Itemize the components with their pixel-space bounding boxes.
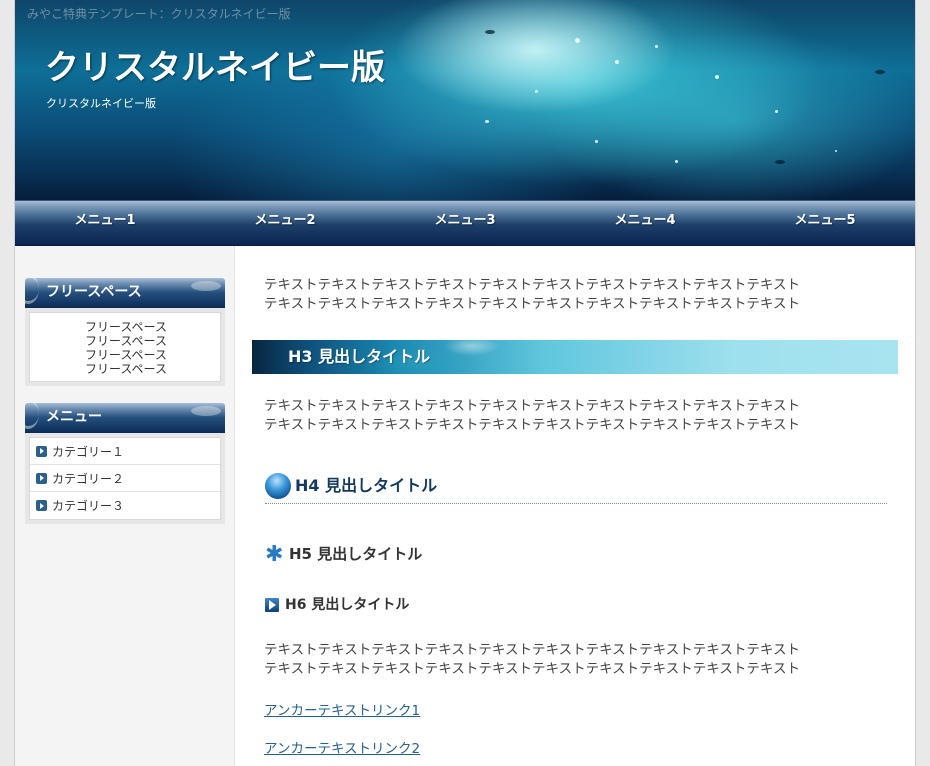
free-space-heading: フリースペース bbox=[25, 278, 225, 308]
swirl-decoration-icon bbox=[25, 278, 39, 304]
bullet-arrow-icon bbox=[36, 445, 47, 457]
nav-item-menu-2[interactable]: メニュー2 bbox=[195, 201, 375, 245]
free-space-title: フリースペース bbox=[46, 284, 142, 300]
site-tagline: みやこ特典テンプレート：クリスタルネイビー版 bbox=[27, 7, 291, 21]
gloss-decoration bbox=[191, 281, 221, 291]
free-space-line: フリースペース bbox=[85, 348, 167, 362]
page: みやこ特典テンプレート：クリスタルネイビー版 クリスタルネイビー版 クリスタルネ… bbox=[14, 0, 916, 766]
free-space-line: フリースペース bbox=[85, 320, 167, 334]
h4-heading-row: H4 見出しタイトル bbox=[265, 472, 887, 504]
h4-heading: H4 見出しタイトル bbox=[295, 476, 438, 495]
category-item-2[interactable]: カテゴリー２ bbox=[30, 465, 220, 492]
paragraph-line: テキストテキストテキストテキストテキストテキストテキストテキストテキストテキスト bbox=[264, 642, 800, 658]
nav-item-menu-4[interactable]: メニュー4 bbox=[555, 201, 735, 245]
water-sparkle bbox=[535, 90, 538, 93]
water-sparkle bbox=[485, 120, 489, 123]
water-sparkle bbox=[835, 150, 837, 152]
nav-item-menu-5[interactable]: メニュー5 bbox=[735, 201, 915, 245]
category-label: カテゴリー３ bbox=[52, 499, 125, 513]
h3-heading: H3 見出しタイトル bbox=[288, 347, 431, 366]
free-space-line: フリースペース bbox=[85, 334, 167, 348]
gloss-decoration bbox=[191, 406, 221, 416]
paragraph-line: テキストテキストテキストテキストテキストテキストテキストテキストテキストテキスト bbox=[264, 296, 800, 312]
category-label: カテゴリー１ bbox=[52, 444, 125, 459]
fish-silhouette bbox=[775, 160, 785, 164]
water-sparkle bbox=[715, 75, 719, 79]
menu-title: メニュー bbox=[46, 409, 102, 425]
site-title[interactable]: クリスタルネイビー版 bbox=[45, 40, 385, 89]
water-sparkle bbox=[595, 140, 598, 143]
anchor-link-1[interactable]: アンカーテキストリンク1 bbox=[264, 699, 420, 719]
paragraph-line: テキストテキストテキストテキストテキストテキストテキストテキストテキストテキスト bbox=[264, 277, 800, 293]
paragraph-line: テキストテキストテキストテキストテキストテキストテキストテキストテキストテキスト bbox=[264, 398, 800, 414]
category-box: カテゴリー１ カテゴリー２ カテゴリー３ bbox=[25, 433, 225, 524]
fish-silhouette bbox=[875, 70, 885, 74]
free-space-line: フリースペース bbox=[85, 362, 167, 376]
category-item-3[interactable]: カテゴリー３ bbox=[30, 492, 220, 519]
nav-item-menu-3[interactable]: メニュー3 bbox=[375, 201, 555, 245]
fish-silhouette bbox=[485, 30, 495, 34]
category-list: カテゴリー１ カテゴリー２ カテゴリー３ bbox=[29, 437, 221, 520]
category-item-1[interactable]: カテゴリー１ bbox=[30, 438, 220, 465]
bullet-arrow-icon bbox=[36, 500, 47, 511]
snowflake-icon: ✱ bbox=[265, 542, 284, 567]
water-sparkle bbox=[655, 45, 658, 48]
body-paragraph-1: テキストテキストテキストテキストテキストテキストテキストテキストテキストテキスト… bbox=[264, 276, 884, 314]
paragraph-line: テキストテキストテキストテキストテキストテキストテキストテキストテキストテキスト bbox=[264, 661, 800, 677]
category-label: カテゴリー２ bbox=[52, 471, 125, 486]
sidebar: フリースペース フリースペース フリースペース フリースペース フリースペース … bbox=[15, 246, 235, 766]
water-sparkle bbox=[675, 160, 678, 163]
bullet-arrow-icon bbox=[36, 472, 47, 484]
water-sparkle bbox=[615, 60, 619, 64]
h6-heading: H6 見出しタイトル bbox=[285, 597, 410, 613]
free-space-box: フリースペース フリースペース フリースペース フリースペース bbox=[25, 308, 225, 386]
global-nav: メニュー1 メニュー2 メニュー3 メニュー4 メニュー5 bbox=[15, 200, 915, 246]
sphere-icon bbox=[265, 473, 291, 499]
nav-item-menu-1[interactable]: メニュー1 bbox=[15, 201, 195, 245]
site-header: みやこ特典テンプレート：クリスタルネイビー版 クリスタルネイビー版 クリスタルネ… bbox=[15, 0, 915, 200]
site-description: クリスタルネイビー版 bbox=[46, 97, 156, 110]
water-sparkle bbox=[775, 110, 778, 113]
main-content: テキストテキストテキストテキストテキストテキストテキストテキストテキストテキスト… bbox=[236, 246, 915, 766]
arrow-right-icon bbox=[265, 598, 279, 612]
menu-heading: メニュー bbox=[25, 403, 225, 433]
swirl-decoration-icon bbox=[25, 403, 39, 429]
body-paragraph-3: テキストテキストテキストテキストテキストテキストテキストテキストテキストテキスト… bbox=[264, 641, 884, 679]
free-space-content: フリースペース フリースペース フリースペース フリースペース bbox=[29, 312, 221, 382]
paragraph-line: テキストテキストテキストテキストテキストテキストテキストテキストテキストテキスト bbox=[264, 417, 800, 433]
h3-heading-bar: H3 見出しタイトル bbox=[252, 340, 898, 374]
h5-heading: H5 見出しタイトル bbox=[289, 545, 423, 563]
body-paragraph-2: テキストテキストテキストテキストテキストテキストテキストテキストテキストテキスト… bbox=[264, 397, 884, 435]
anchor-link-2[interactable]: アンカーテキストリンク2 bbox=[264, 737, 420, 757]
water-sparkle bbox=[575, 38, 580, 43]
